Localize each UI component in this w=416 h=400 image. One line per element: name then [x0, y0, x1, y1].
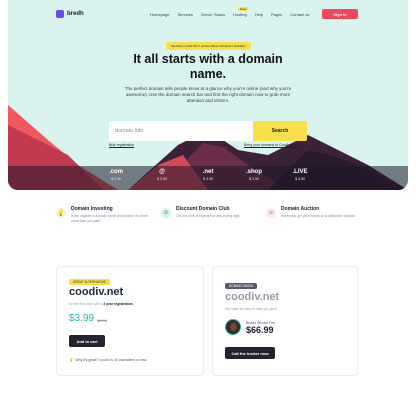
available-domain-name: coodiv.net	[69, 286, 124, 298]
tld-price: $ 3.99	[203, 177, 213, 181]
features-row: 💡 Domain Investing If you register a dom…	[56, 206, 362, 236]
nav-item-hosting-label: Hosting	[233, 12, 247, 17]
feature-desc: If you register a domain name and believ…	[71, 214, 149, 223]
taken-domain-name: coodiv.net	[225, 291, 280, 303]
domain-taken-card: DOMAIN TAKEN coodiv.net We might be able…	[212, 266, 358, 376]
brand-logo[interactable]: bredh	[56, 10, 84, 18]
broker-fee-price: $66.99	[246, 325, 274, 335]
sun-icon: ☼	[266, 208, 276, 218]
feature-desc: When you get your hands on a distinctive…	[281, 214, 356, 218]
domain-price: $3.99	[69, 313, 95, 324]
nav-item-server-status[interactable]: Server Status	[201, 12, 225, 17]
first-year-note: for the first year with a 2 year registr…	[69, 302, 133, 306]
taken-subtext: We might be able to help you get it.	[225, 307, 279, 311]
call-broker-button[interactable]: Call the broker now	[225, 347, 275, 359]
feature-discount-club: ☺ Discount Domain Club Get the thrill of…	[161, 206, 257, 236]
brand-name: bredh	[67, 11, 84, 17]
broker-avatar	[225, 319, 241, 335]
tld-name: .com	[108, 169, 123, 175]
tld-item[interactable]: .net $ 3.99	[193, 166, 223, 190]
nav-item-contact[interactable]: Contact us	[290, 12, 309, 17]
lightbulb-icon: 💡	[56, 208, 66, 218]
lightbulb-icon: 💡	[69, 358, 74, 362]
bring-domains-link[interactable]: Bring your domains to Coodiv.host	[244, 143, 297, 147]
why-great-text: Why it's great? coodiv is 15 characters …	[75, 358, 148, 362]
tld-name: .net	[202, 169, 214, 175]
search-button[interactable]: Search	[253, 121, 307, 141]
add-to-cart-button[interactable]: Add to cart	[69, 335, 105, 347]
hero-headline: It all starts with a domain name.	[133, 52, 283, 81]
nav-item-pages[interactable]: Pages	[271, 12, 282, 17]
domain-available-card: GREAT ALTERNATIVE coodiv.net for the fir…	[56, 266, 204, 376]
why-great-note: 💡 Why it's great? coodiv is 15 character…	[69, 358, 147, 362]
nav-item-services[interactable]: Services	[178, 12, 193, 17]
hero-subtext: The perfect domain tells people know at …	[124, 86, 292, 103]
tld-name: @	[159, 169, 165, 175]
feature-desc: Get the thrill of buying low and selling…	[176, 214, 241, 218]
smiley-icon: ☺	[161, 208, 171, 218]
tld-item[interactable]: @ $ 3.99	[147, 166, 177, 190]
domain-taken-badge: DOMAIN TAKEN	[225, 283, 257, 289]
tld-item[interactable]: .com $ 3.99	[101, 166, 131, 190]
domain-search: Search	[109, 121, 307, 141]
feature-title: Domain Investing	[71, 206, 113, 212]
tld-price-bar: .com $ 3.99 @ $ 3.99 .net $ 3.99 .shop $…	[8, 166, 408, 190]
tld-price: $ 3.99	[249, 177, 259, 181]
feature-domain-auction: ☼ Domain Auction When you get your hands…	[266, 206, 362, 236]
logo-icon	[56, 10, 64, 18]
tld-price: $ 3.99	[157, 177, 167, 181]
great-alternative-badge: GREAT ALTERNATIVE	[69, 279, 110, 285]
first-year-bold: 2 year registration	[103, 302, 133, 306]
sign-in-button[interactable]: Sign In	[322, 9, 358, 19]
bulk-registration-link[interactable]: Bulk registration	[109, 143, 134, 147]
nav-item-hosting[interactable]: Hosting New	[233, 7, 249, 17]
tld-item[interactable]: .shop $ 3.99	[239, 166, 269, 190]
hero-pill: SEARCH AND BUY AVAILABLE DOMAIN NAMES	[166, 42, 251, 50]
feature-title: Discount Domain Club	[176, 206, 230, 212]
page: bredh Homepage Services Server Status Ho…	[0, 0, 416, 400]
nav-item-help[interactable]: Help	[255, 12, 263, 17]
tld-price: $ 3.99	[295, 177, 305, 181]
top-nav: bredh Homepage Services Server Status Ho…	[8, 6, 408, 24]
tld-name: .LIVE	[292, 169, 308, 175]
domain-search-input[interactable]	[109, 121, 253, 141]
new-badge: New	[238, 7, 249, 11]
hero-section: bredh Homepage Services Server Status Ho…	[8, 0, 408, 190]
tld-name: .shop	[246, 169, 262, 175]
tld-item[interactable]: .LIVE $ 3.99	[285, 166, 315, 190]
nav-menu: Homepage Services Server Status Hosting …	[150, 7, 317, 17]
first-year-prefix: for the first year with a	[69, 302, 103, 306]
feature-domain-investing: 💡 Domain Investing If you register a dom…	[56, 206, 152, 236]
tld-price: $ 3.99	[111, 177, 121, 181]
nav-item-homepage[interactable]: Homepage	[150, 12, 170, 17]
feature-title: Domain Auction	[281, 206, 320, 212]
old-price: $8.99	[97, 318, 108, 323]
